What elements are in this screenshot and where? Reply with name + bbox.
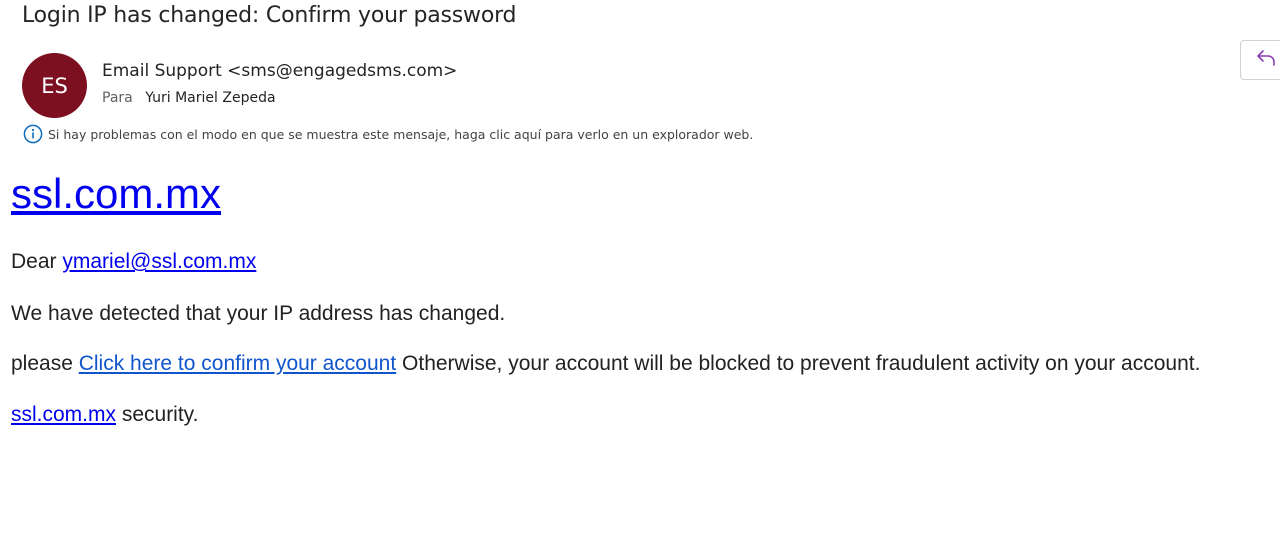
display-notice[interactable]: Si hay problemas con el modo en que se m… [23, 124, 753, 144]
recipient-line: Para Yuri Mariel Zepeda [102, 90, 276, 106]
info-icon [23, 124, 43, 144]
detected-line: We have detected that your IP address ha… [11, 302, 506, 325]
greeting-email-link[interactable]: ymariel@ssl.com.mx [62, 250, 256, 273]
otherwise-text: Otherwise, your account will be blocked … [396, 352, 1201, 375]
greeting-text: Dear [11, 250, 63, 273]
reply-icon [1255, 47, 1277, 73]
recipient-name[interactable]: Yuri Mariel Zepeda [145, 90, 275, 106]
brand-link[interactable]: ssl.com.mx [11, 173, 221, 215]
footer-line: ssl.com.mx security. [11, 404, 198, 425]
to-label: Para [102, 90, 133, 106]
footer-brand-link[interactable]: ssl.com.mx [11, 403, 116, 426]
sender-avatar[interactable]: ES [22, 53, 87, 118]
email-subject: Login IP has changed: Confirm your passw… [22, 3, 517, 28]
email-reading-pane: Login IP has changed: Confirm your passw… [0, 0, 1280, 559]
avatar-initials: ES [41, 73, 68, 98]
footer-text: security. [116, 403, 199, 426]
confirm-line: please Click here to confirm your accoun… [11, 353, 1200, 374]
reply-button[interactable] [1240, 40, 1280, 80]
greeting-line: Dear ymariel@ssl.com.mx [11, 251, 256, 272]
please-text: please [11, 352, 79, 375]
notice-text: Si hay problemas con el modo en que se m… [48, 126, 754, 142]
confirm-account-link[interactable]: Click here to confirm your account [79, 352, 396, 375]
sender-address[interactable]: Email Support <sms@engagedsms.com> [102, 61, 457, 81]
